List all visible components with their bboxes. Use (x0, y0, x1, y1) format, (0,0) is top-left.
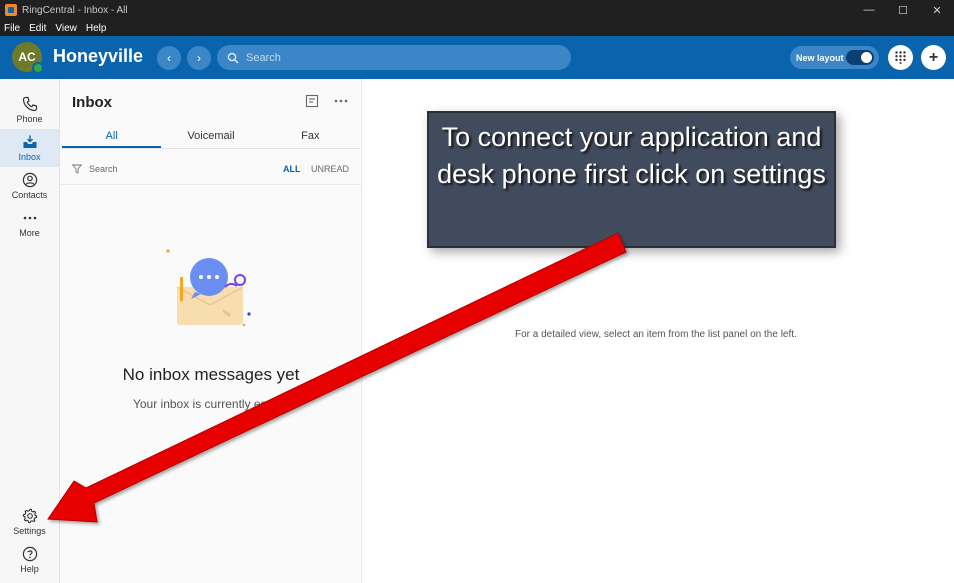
rail-item-help[interactable]: Help (0, 541, 59, 579)
inbox-tabs: All Voicemail Fax (62, 123, 360, 149)
rail-label: Contacts (11, 190, 48, 200)
inbox-search-input[interactable]: Search (89, 164, 118, 174)
chevron-left-icon: ‹ (167, 51, 171, 65)
rail-item-inbox[interactable]: Inbox (0, 129, 59, 167)
filter-all-button[interactable]: ALL (283, 164, 301, 174)
more-options-icon[interactable] (334, 99, 348, 103)
new-layout-label: New layout (796, 52, 844, 63)
rail-item-settings[interactable]: Settings (0, 503, 59, 541)
company-name: Honeyville (53, 46, 144, 66)
rail-label: Settings (13, 526, 46, 536)
rail-label: Inbox (18, 152, 41, 162)
rail-item-phone[interactable]: Phone (0, 91, 59, 129)
avatar[interactable]: AC (12, 42, 44, 74)
rail-item-contacts[interactable]: Contacts (0, 167, 59, 205)
rail-label: More (19, 228, 40, 238)
gear-icon (22, 508, 37, 524)
menu-bar: File Edit View Help (0, 20, 954, 36)
chevron-right-icon: › (197, 51, 201, 65)
empty-state-subtitle: Your inbox is currently empty. (132, 397, 290, 411)
page-title: Inbox (72, 94, 112, 111)
compose-icon[interactable] (305, 94, 319, 108)
forward-button[interactable]: › (187, 46, 211, 70)
ringcentral-logo-icon (5, 4, 17, 16)
tab-fax[interactable]: Fax (261, 123, 360, 148)
tab-all[interactable]: All (62, 123, 162, 148)
inbox-filter-row: Search ALL UNREAD (72, 161, 350, 177)
dialpad-button[interactable] (888, 45, 913, 70)
empty-inbox-illustration (166, 249, 251, 327)
new-layout-toggle[interactable] (846, 50, 874, 65)
search-icon (227, 52, 239, 63)
menu-edit[interactable]: Edit (29, 23, 46, 34)
presence-available-icon (32, 62, 44, 74)
window-title: RingCentral - Inbox - All (22, 4, 128, 16)
left-rail: Phone Inbox Contacts More Settings Help (0, 79, 60, 583)
back-button[interactable]: ‹ (157, 46, 181, 70)
avatar-initials: AC (18, 50, 36, 64)
search-input[interactable] (246, 51, 546, 64)
maximize-button[interactable]: ☐ (886, 0, 920, 20)
global-search[interactable] (217, 45, 571, 70)
help-icon (22, 546, 37, 562)
rail-label: Help (20, 564, 39, 574)
filter-unread-button[interactable]: UNREAD (311, 164, 349, 174)
app-header: AC Honeyville ‹ › New layout + (0, 36, 954, 79)
empty-state-title: No inbox messages yet (122, 365, 300, 384)
dialpad-icon (895, 51, 906, 64)
window-controls: — ☐ ✕ (852, 0, 954, 20)
close-button[interactable]: ✕ (920, 0, 954, 20)
add-button[interactable]: + (921, 45, 946, 70)
title-bar: RingCentral - Inbox - All — ☐ ✕ (0, 0, 954, 20)
plus-icon: + (928, 48, 939, 66)
menu-view[interactable]: View (55, 23, 77, 34)
tab-voicemail[interactable]: Voicemail (161, 123, 260, 148)
divider (60, 184, 362, 185)
filter-icon[interactable] (72, 164, 82, 174)
detail-placeholder-text: For a detailed view, select an item from… (515, 329, 797, 340)
new-layout-switch[interactable]: New layout (790, 46, 879, 69)
minimize-button[interactable]: — (852, 0, 886, 20)
menu-help[interactable]: Help (86, 23, 107, 34)
more-icon (23, 216, 36, 220)
menu-file[interactable]: File (4, 23, 20, 34)
inbox-icon (23, 135, 36, 148)
rail-item-more[interactable]: More (0, 205, 59, 243)
rail-label: Phone (16, 114, 43, 124)
phone-icon (22, 96, 37, 112)
contacts-icon (22, 172, 37, 188)
tutorial-callout: To connect your application and desk pho… (427, 111, 836, 248)
